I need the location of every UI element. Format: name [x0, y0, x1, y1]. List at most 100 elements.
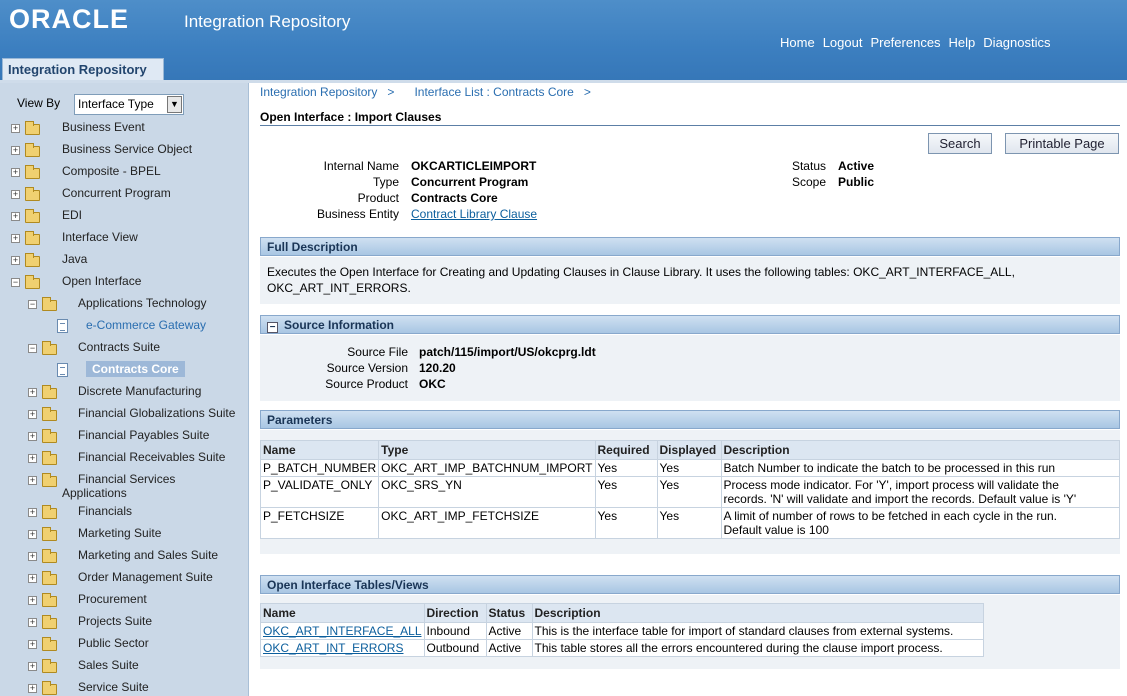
tree-item[interactable]: + Concurrent Program	[0, 186, 248, 204]
folder-icon	[42, 659, 57, 673]
breadcrumb-interface-list[interactable]: Interface List : Contracts Core	[414, 85, 573, 99]
tree-item[interactable]: + Procurement	[0, 592, 248, 610]
expand-icon[interactable]: +	[28, 530, 37, 539]
type-label: Type	[372, 175, 399, 189]
tree-item[interactable]: + Sales Suite	[0, 658, 248, 676]
source-information-header[interactable]: − Source Information	[260, 315, 1120, 334]
tree-item[interactable]: + Service Suite	[0, 680, 248, 696]
expand-icon[interactable]: +	[28, 508, 37, 517]
tree-item[interactable]: + Projects Suite	[0, 614, 248, 632]
nav-preferences-link[interactable]: Preferences	[870, 35, 940, 50]
source-product-value: OKC	[419, 377, 446, 391]
expand-icon[interactable]: +	[11, 212, 20, 221]
tree-item-label: Marketing and Sales Suite	[78, 548, 219, 562]
tree-item[interactable]: − Applications Technology	[0, 296, 248, 314]
expand-icon[interactable]: +	[28, 410, 37, 419]
collapse-icon[interactable]: −	[28, 300, 37, 309]
search-button[interactable]: Search	[928, 133, 992, 154]
collapse-icon[interactable]: −	[11, 278, 20, 287]
expand-icon[interactable]: +	[28, 640, 37, 649]
param-displayed: Yes	[656, 476, 722, 508]
param-description-line: Default value is 100	[723, 523, 829, 537]
expand-icon[interactable]: +	[28, 432, 37, 441]
tree-item[interactable]: + Financial Services Applications	[0, 472, 248, 500]
tree-item[interactable]: + Interface View	[0, 230, 248, 248]
parameters-header-row: Name Type Required Displayed Description	[259, 440, 1121, 460]
tree-item[interactable]: + Marketing and Sales Suite	[0, 548, 248, 566]
expand-icon[interactable]: +	[11, 256, 20, 265]
expand-icon[interactable]: +	[11, 234, 20, 243]
tree-item[interactable]: − Open Interface	[0, 274, 248, 292]
table-name-link[interactable]: OKC_ART_INTERFACE_ALL	[260, 622, 425, 640]
param-name: P_FETCHSIZE	[259, 507, 380, 539]
tree-item-label: Interface View	[62, 230, 138, 244]
nav-help-link[interactable]: Help	[949, 35, 976, 50]
tree-item-label: Business Service Object	[62, 142, 193, 156]
nav-home-link[interactable]: Home	[780, 35, 815, 50]
collapse-icon[interactable]: −	[267, 322, 278, 333]
tree-item[interactable]: + Public Sector	[0, 636, 248, 654]
tree-item-label: Concurrent Program	[62, 186, 171, 200]
tree-item[interactable]: + Business Event	[0, 120, 248, 138]
collapse-icon[interactable]: −	[28, 344, 37, 353]
table-name-link[interactable]: OKC_ART_INT_ERRORS	[260, 639, 425, 657]
expand-icon[interactable]: +	[28, 574, 37, 583]
expand-icon[interactable]: +	[28, 684, 37, 693]
expand-icon[interactable]: +	[28, 552, 37, 561]
tree-item[interactable]: + Financials	[0, 504, 248, 522]
source-file-value: patch/115/import/US/okcprg.ldt	[419, 345, 596, 359]
param-description: A limit of number of rows to be fetched …	[720, 507, 1121, 539]
expand-icon[interactable]: +	[28, 388, 37, 397]
tree-item[interactable]: Contracts Core	[0, 361, 248, 380]
printable-page-button[interactable]: Printable Page	[1005, 133, 1119, 154]
tree-item-label: Projects Suite	[78, 614, 153, 628]
table-status: Active	[485, 639, 533, 657]
tree-item[interactable]: e-Commerce Gateway	[0, 318, 248, 336]
column-header: Description	[720, 440, 1121, 460]
tree-item[interactable]: + Financial Receivables Suite	[0, 450, 248, 468]
folder-icon	[25, 231, 40, 245]
expand-icon[interactable]: +	[11, 146, 20, 155]
tree-item[interactable]: + Composite - BPEL	[0, 164, 248, 182]
tables-header-row: Name Direction Status Description	[260, 603, 985, 623]
breadcrumb-integration-repository[interactable]: Integration Repository	[260, 85, 377, 99]
breadcrumb-separator: >	[387, 85, 395, 99]
tree-item[interactable]: + Discrete Manufacturing	[0, 384, 248, 402]
tree-item[interactable]: + Marketing Suite	[0, 526, 248, 544]
nav-diagnostics-link[interactable]: Diagnostics	[983, 35, 1050, 50]
chevron-down-icon[interactable]: ▼	[167, 96, 182, 113]
tree-item[interactable]: + Financial Globalizations Suite	[0, 406, 248, 424]
table-row: OKC_ART_INT_ERRORS Outbound Active This …	[260, 639, 985, 657]
viewby-label: View By	[17, 96, 61, 110]
expand-icon[interactable]: +	[28, 454, 37, 463]
param-description-line: Batch Number to indicate the batch to be…	[723, 461, 1056, 475]
internal-name-label: Internal Name	[323, 159, 399, 173]
expand-icon[interactable]: +	[28, 618, 37, 627]
folder-icon	[42, 593, 57, 607]
folder-icon	[42, 407, 57, 421]
viewby-select[interactable]: Interface Type ▼	[74, 94, 184, 115]
expand-icon[interactable]: +	[11, 168, 20, 177]
interface-tables-header: Open Interface Tables/Views	[260, 575, 1120, 594]
param-type: OKC_ART_IMP_BATCHNUM_IMPORT	[378, 459, 596, 477]
tree-item[interactable]: + EDI	[0, 208, 248, 226]
folder-icon	[25, 165, 40, 179]
viewby-value: Interface Type	[78, 97, 154, 111]
tree-item-label: Financial Payables Suite	[78, 428, 210, 442]
tree-item[interactable]: − Contracts Suite	[0, 340, 248, 358]
expand-icon[interactable]: +	[28, 662, 37, 671]
tree-item[interactable]: + Java	[0, 252, 248, 270]
interface-tables-table: Name Direction Status Description OKC_AR…	[260, 603, 985, 657]
expand-icon[interactable]: +	[28, 596, 37, 605]
folder-icon	[42, 429, 57, 443]
tree-item[interactable]: + Business Service Object	[0, 142, 248, 160]
tree-item[interactable]: + Order Management Suite	[0, 570, 248, 588]
tab-integration-repository[interactable]: Integration Repository	[2, 58, 164, 80]
expand-icon[interactable]: +	[28, 476, 37, 485]
internal-name-value: OKCARTICLEIMPORT	[411, 159, 537, 173]
nav-logout-link[interactable]: Logout	[823, 35, 863, 50]
expand-icon[interactable]: +	[11, 124, 20, 133]
expand-icon[interactable]: +	[11, 190, 20, 199]
business-entity-link[interactable]: Contract Library Clause	[411, 207, 537, 221]
tree-item[interactable]: + Financial Payables Suite	[0, 428, 248, 446]
